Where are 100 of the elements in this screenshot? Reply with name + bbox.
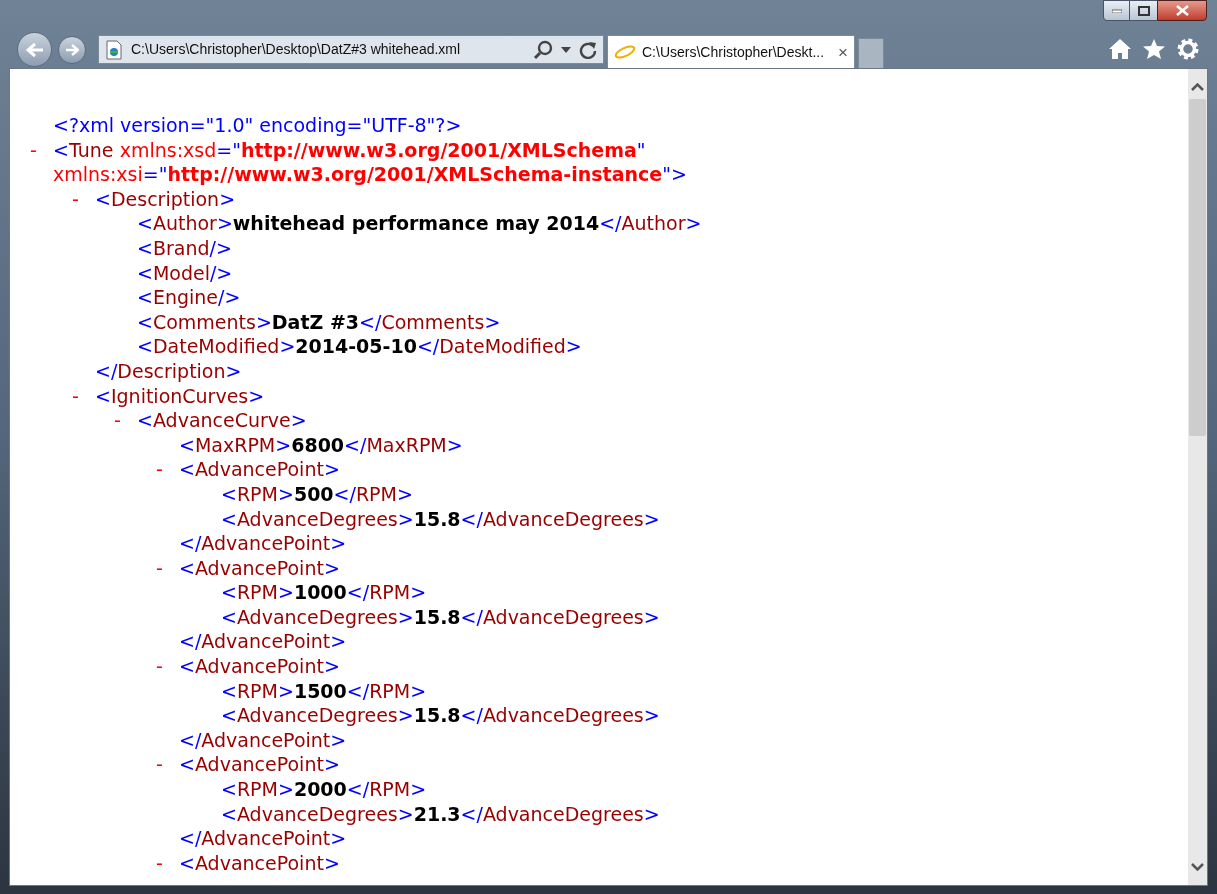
- scrollbar[interactable]: [1188, 69, 1207, 885]
- bracket: >: [278, 481, 294, 507]
- maximize-button[interactable]: [1130, 0, 1157, 21]
- tag-name: AdvancePoint: [194, 752, 324, 778]
- bracket: />: [209, 260, 233, 286]
- bracket: >: [410, 777, 427, 802]
- tag-name: RPM: [369, 678, 411, 704]
- bracket: <: [221, 703, 237, 728]
- bracket: >: [643, 703, 660, 728]
- tag-name: AdvanceDegrees: [236, 604, 398, 630]
- bracket: <: [137, 211, 153, 236]
- collapse-toggle[interactable]: -: [156, 850, 179, 876]
- tag-name: AdvanceDegrees: [482, 703, 644, 728]
- tag-name: Author: [152, 211, 217, 236]
- maximize-icon: [1137, 5, 1150, 16]
- bracket: >: [219, 186, 236, 212]
- bracket: </: [179, 826, 202, 851]
- bracket: >: [323, 457, 340, 482]
- bracket: >: [278, 777, 294, 802]
- tag-name: AdvanceDegrees: [482, 801, 644, 827]
- tag-name: AdvancePoint: [194, 457, 324, 482]
- bracket: >: [410, 678, 427, 704]
- tag-name: AdvanceDegrees: [482, 506, 644, 532]
- scrollbar-thumb[interactable]: [1189, 99, 1206, 436]
- minimize-button[interactable]: [1103, 0, 1130, 21]
- bracket: >: [278, 678, 294, 704]
- bracket: </: [460, 703, 483, 728]
- element-value: whitehead performance may 2014: [232, 211, 600, 236]
- home-icon[interactable]: [1108, 38, 1132, 60]
- collapse-toggle[interactable]: -: [114, 408, 137, 433]
- collapse-toggle[interactable]: -: [72, 383, 95, 409]
- bracket: >: [643, 506, 660, 532]
- bracket: >: [330, 826, 347, 851]
- browser-tab[interactable]: C:\Users\Christopher\Deskt... ×: [607, 35, 855, 68]
- bracket: >: [397, 703, 414, 728]
- tag-name: AdvanceDegrees: [236, 703, 398, 728]
- dropdown-caret-icon[interactable]: [561, 46, 571, 53]
- xml-declaration: <?xml version="1.0" encoding="UTF-8"?>: [53, 113, 462, 138]
- tag-name: AdvancePoint: [201, 629, 331, 655]
- search-icon[interactable]: [533, 39, 553, 60]
- bracket: </: [346, 678, 370, 704]
- tag-name: RPM: [236, 777, 278, 802]
- bracket: <: [95, 186, 111, 212]
- bracket: <: [221, 801, 237, 827]
- collapse-toggle[interactable]: -: [156, 457, 179, 482]
- bracket: <: [221, 777, 237, 802]
- back-button[interactable]: [17, 32, 52, 67]
- collapse-toggle[interactable]: -: [156, 555, 179, 581]
- tag-name: Description: [117, 358, 226, 384]
- tag-name: AdvanceCurve: [152, 408, 291, 433]
- bracket: </: [460, 604, 483, 630]
- bracket: <: [179, 850, 195, 876]
- forward-button[interactable]: [58, 35, 86, 64]
- bracket: <: [137, 334, 153, 359]
- star-icon[interactable]: [1142, 38, 1166, 60]
- bracket: >: [323, 850, 340, 876]
- bracket: </: [95, 358, 118, 384]
- bracket: <: [221, 604, 237, 630]
- collapse-toggle[interactable]: -: [72, 186, 95, 212]
- attribute-quote: =": [142, 162, 168, 187]
- tag-name: RPM: [369, 777, 411, 802]
- element-value: 2000: [293, 777, 347, 802]
- element-value: 15.8: [413, 604, 461, 630]
- bracket: >: [397, 604, 414, 630]
- tag-name: RPM: [369, 580, 411, 605]
- bracket: <: [137, 260, 153, 286]
- bracket: </: [346, 580, 370, 605]
- tag-name: DateModified: [439, 334, 566, 359]
- collapse-toggle[interactable]: -: [156, 752, 179, 778]
- settings-icon[interactable]: [1176, 37, 1200, 61]
- tag-name: RPM: [236, 678, 278, 704]
- tag-name: AdvancePoint: [201, 826, 331, 851]
- bracket: </: [179, 629, 202, 655]
- bracket: <: [179, 555, 195, 581]
- bracket: <: [137, 309, 153, 335]
- tag-name: Engine: [152, 285, 219, 310]
- tag-name: Comments: [152, 309, 256, 335]
- close-icon: [1175, 5, 1189, 16]
- tab-close-button[interactable]: ×: [838, 43, 848, 61]
- bracket: >: [275, 432, 292, 458]
- refresh-icon[interactable]: [579, 40, 597, 59]
- element-value: 1000: [293, 580, 347, 605]
- tag-name: MaxRPM: [194, 432, 276, 458]
- tab-title: C:\Users\Christopher\Deskt...: [642, 42, 826, 62]
- bracket: />: [209, 235, 232, 261]
- element-value: 6800: [291, 432, 345, 458]
- address-bar[interactable]: C:\Users\Christopher\Desktop\DatZ#3 whitehead.xml: [98, 35, 604, 64]
- close-button[interactable]: [1157, 0, 1207, 21]
- tag-name: AdvancePoint: [194, 654, 324, 679]
- bracket: <: [179, 432, 195, 458]
- collapse-toggle[interactable]: -: [30, 137, 53, 163]
- bracket: </: [179, 727, 202, 753]
- attribute-value: http://www.w3.org/2001/XMLSchema: [240, 137, 637, 163]
- bracket: >: [225, 358, 242, 384]
- collapse-toggle[interactable]: -: [156, 654, 179, 679]
- bracket: <: [221, 678, 237, 704]
- element-value: 15.8: [413, 703, 461, 728]
- bracket: >: [216, 211, 233, 236]
- bracket: >: [278, 580, 294, 605]
- element-value: 2014-05-10: [295, 334, 417, 359]
